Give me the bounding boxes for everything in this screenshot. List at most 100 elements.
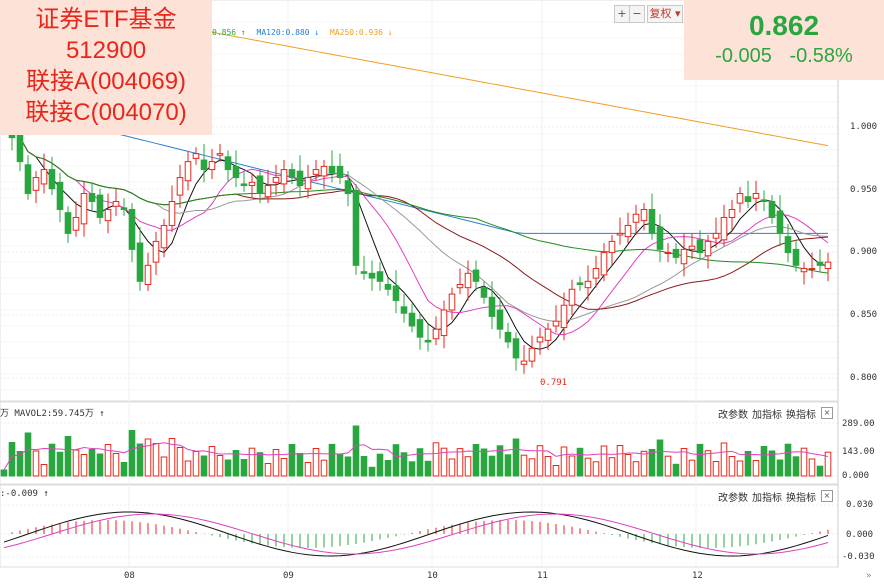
candle-body bbox=[352, 189, 360, 266]
x-tick-12: 12 bbox=[692, 571, 703, 581]
candle-body bbox=[760, 199, 768, 203]
zoom-out-button[interactable]: − bbox=[629, 5, 645, 23]
candle-body bbox=[248, 181, 256, 187]
volume-bar bbox=[328, 443, 336, 477]
volume-bar bbox=[128, 430, 136, 477]
candle-body bbox=[280, 169, 288, 185]
volume-bar bbox=[760, 446, 768, 477]
volume-bar bbox=[712, 461, 720, 477]
volume-bar bbox=[376, 453, 384, 477]
x-tick-09: 09 bbox=[283, 571, 294, 581]
ma-legend: 0.856 ↑ MA120:0.880 ↓ MA250:0.936 ↓ bbox=[212, 28, 393, 37]
volume-bar bbox=[696, 443, 704, 477]
candle-body bbox=[808, 268, 816, 271]
candle-body bbox=[568, 288, 576, 306]
volume-bar bbox=[40, 464, 48, 477]
last-price: 0.862 bbox=[748, 10, 820, 41]
candle-body bbox=[448, 293, 456, 311]
volume-bar bbox=[432, 442, 440, 477]
volume-bar bbox=[584, 457, 592, 477]
change-percent: -0.58% bbox=[789, 45, 853, 67]
volume-bar bbox=[200, 455, 208, 477]
zoom-in-button[interactable]: + bbox=[614, 5, 630, 23]
ma250-value: MA250:0.936 ↓ bbox=[330, 28, 393, 37]
quote-box: 0.862 -0.005 -0.58% bbox=[684, 0, 884, 80]
volume-bar bbox=[336, 453, 344, 477]
volume-bar bbox=[304, 462, 312, 477]
volume-bar bbox=[448, 458, 456, 477]
vol-change-params-button[interactable]: 改参数 bbox=[718, 406, 748, 421]
volume-bar bbox=[560, 446, 568, 477]
candle-body bbox=[736, 193, 744, 204]
candle-body bbox=[400, 306, 408, 314]
volume-bar bbox=[808, 458, 816, 477]
low-price-label: 0.791 bbox=[540, 378, 568, 388]
candle-body bbox=[264, 185, 272, 198]
volume-bar bbox=[592, 461, 600, 477]
macd-switch-indicator-button[interactable]: 换指标 bbox=[786, 489, 816, 504]
candle-body bbox=[776, 210, 784, 234]
volume-bar bbox=[784, 443, 792, 477]
candle-body bbox=[232, 165, 240, 179]
volume-bar bbox=[144, 438, 152, 477]
candle-body bbox=[536, 336, 544, 343]
volume-bar bbox=[320, 459, 328, 477]
candle-body bbox=[128, 208, 136, 250]
vol-add-indicator-button[interactable]: 加指标 bbox=[752, 406, 782, 421]
candle-body bbox=[728, 208, 736, 218]
volume-bar bbox=[152, 443, 160, 477]
volume-bar bbox=[624, 454, 632, 477]
candle-body bbox=[192, 153, 200, 159]
price-tick-0800: 0.800 bbox=[850, 373, 878, 383]
candle-body bbox=[488, 296, 496, 317]
candle-body bbox=[384, 283, 392, 290]
volume-bar bbox=[368, 466, 376, 477]
candle-body bbox=[768, 201, 776, 218]
macd-add-indicator-button[interactable]: 加指标 bbox=[752, 489, 782, 504]
volume-bar bbox=[352, 425, 360, 477]
vol-close-icon[interactable]: × bbox=[821, 407, 833, 419]
volume-legend: 万 MAVOL2:59.745万 ↑ bbox=[0, 409, 105, 419]
candle-body bbox=[320, 165, 328, 177]
volume-bar bbox=[552, 465, 560, 477]
scroll-right-icon[interactable]: » bbox=[866, 571, 871, 581]
candle-body bbox=[720, 216, 728, 241]
candle-body bbox=[104, 208, 112, 222]
candle-body bbox=[432, 328, 440, 340]
volume-bar bbox=[136, 443, 144, 477]
volume-bar bbox=[704, 450, 712, 477]
candle-body bbox=[816, 261, 824, 266]
price-tick-0950: 0.950 bbox=[850, 185, 878, 195]
candle-body bbox=[496, 309, 504, 330]
candle-body bbox=[424, 339, 432, 343]
adjust-dropdown[interactable]: 复权 ▾ bbox=[647, 5, 683, 23]
candle-body bbox=[368, 272, 376, 279]
candle-body bbox=[664, 252, 672, 255]
candle-body bbox=[520, 360, 528, 365]
volume-bar bbox=[384, 460, 392, 477]
candle-body bbox=[312, 169, 320, 175]
candle-body bbox=[272, 177, 280, 183]
candle-body bbox=[648, 208, 656, 234]
macd-change-params-button[interactable]: 改参数 bbox=[718, 489, 748, 504]
vol-tick-max: 289.00 bbox=[842, 419, 875, 429]
volume-bar bbox=[344, 456, 352, 477]
change-value: -0.005 bbox=[715, 45, 772, 67]
volume-bar bbox=[360, 456, 368, 477]
ma60-value: 0.856 ↑ bbox=[212, 28, 246, 37]
x-tick-10: 10 bbox=[427, 571, 438, 581]
candle-body bbox=[72, 216, 80, 231]
candle-body bbox=[24, 164, 32, 195]
volume-bar bbox=[112, 453, 120, 477]
candle-body bbox=[624, 224, 632, 238]
candle-body bbox=[528, 347, 536, 362]
candle-body bbox=[672, 248, 680, 258]
candle-body bbox=[464, 272, 472, 289]
candle-body bbox=[688, 245, 696, 250]
macd-close-icon[interactable]: × bbox=[821, 490, 833, 502]
volume-bar bbox=[264, 463, 272, 477]
volume-bar bbox=[216, 455, 224, 477]
candle-body bbox=[560, 304, 568, 329]
candle-body bbox=[160, 224, 168, 249]
vol-switch-indicator-button[interactable]: 换指标 bbox=[786, 406, 816, 421]
